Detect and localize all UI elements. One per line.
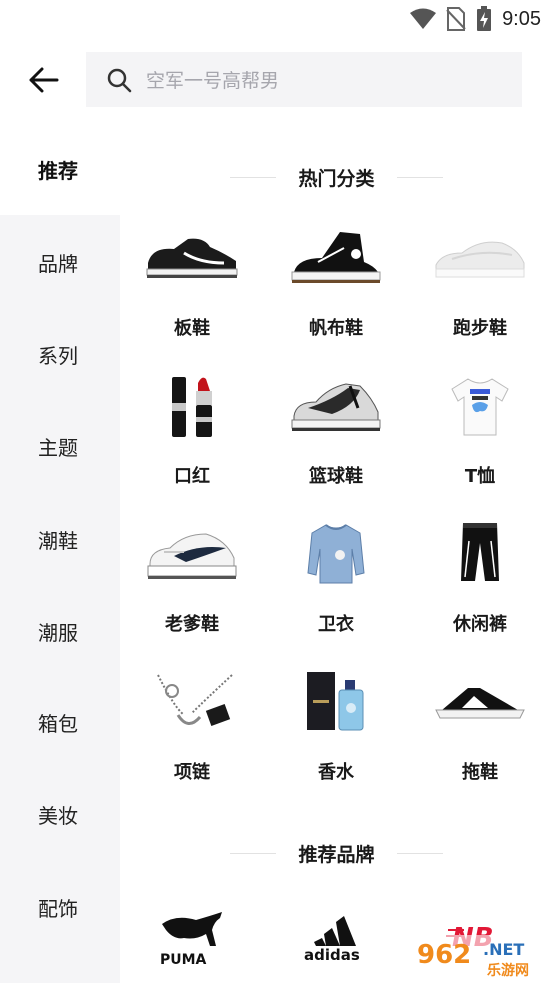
sidebar-item-label: 潮服 xyxy=(38,620,78,645)
wifi-icon xyxy=(410,8,437,29)
canvas-shoe-icon xyxy=(286,222,386,294)
lipstick-icon xyxy=(142,370,242,442)
status-bar: 9:05 xyxy=(0,0,553,40)
category-label: 香水 xyxy=(318,762,354,783)
category-dad-shoe[interactable]: 老爹鞋 xyxy=(120,512,264,660)
perfume-icon xyxy=(286,666,386,738)
category-running-shoe[interactable]: 跑步鞋 xyxy=(408,216,552,364)
watermark-text: 乐游网 xyxy=(487,962,529,979)
back-arrow-icon xyxy=(29,67,59,93)
sidebar-item-label: 主题 xyxy=(38,435,78,460)
recommended-brands-heading: 推荐品牌 xyxy=(120,836,553,870)
sidebar: 推荐 品牌 系列 主题 潮鞋 潮服 箱包 美妆 配饰 xyxy=(0,120,120,983)
search-icon xyxy=(107,68,132,92)
svg-text:PUMA: PUMA xyxy=(160,952,207,966)
status-time: 9:05 xyxy=(502,7,541,30)
sidebar-item-label: 潮鞋 xyxy=(38,528,78,553)
svg-text:adidas: adidas xyxy=(304,946,360,962)
category-perfume[interactable]: 香水 xyxy=(264,660,408,808)
sidebar-item-label: 推荐 xyxy=(38,158,78,183)
search-placeholder: 空军一号高帮男 xyxy=(146,70,280,92)
watermark-number: 962 xyxy=(417,940,471,970)
category-sweatshirt[interactable]: 卫衣 xyxy=(264,512,408,660)
category-skate-shoe[interactable]: 板鞋 xyxy=(120,216,264,364)
divider xyxy=(396,176,443,178)
category-label: 老爹鞋 xyxy=(165,614,219,635)
skate-shoe-icon xyxy=(142,222,242,294)
tshirt-icon xyxy=(430,370,530,442)
no-sim-icon xyxy=(446,7,466,31)
brand-puma[interactable]: PUMA xyxy=(120,898,264,978)
sidebar-item-label: 系列 xyxy=(38,343,78,368)
category-label: T恤 xyxy=(464,466,496,487)
hot-categories-heading: 热门分类 xyxy=(120,160,553,194)
divider xyxy=(230,176,277,178)
back-button[interactable] xyxy=(22,58,66,102)
sweatshirt-icon xyxy=(286,518,386,590)
watermark-suffix: .NET xyxy=(483,940,524,959)
category-label: 篮球鞋 xyxy=(309,466,363,487)
category-lipstick[interactable]: 口红 xyxy=(120,364,264,512)
sidebar-item-series[interactable]: 系列 xyxy=(0,308,120,400)
main-content: 热门分类 板鞋 帆布鞋 跑步鞋 口红 篮球鞋 T恤 老爹鞋 卫衣 休闲裤 项链 … xyxy=(120,120,553,983)
sidebar-item-label: 美妆 xyxy=(38,803,78,828)
category-label: 拖鞋 xyxy=(462,762,498,783)
category-pants[interactable]: 休闲裤 xyxy=(408,512,552,660)
category-basketball-shoe[interactable]: 篮球鞋 xyxy=(264,364,408,512)
sidebar-item-apparel[interactable]: 潮服 xyxy=(0,585,120,677)
divider xyxy=(230,852,277,854)
category-necklace[interactable]: 项链 xyxy=(120,660,264,808)
pants-icon xyxy=(430,518,530,590)
sidebar-item-brand[interactable]: 品牌 xyxy=(0,216,120,308)
divider xyxy=(396,852,443,854)
search-input[interactable]: 空军一号高帮男 xyxy=(86,52,522,107)
dad-shoe-icon xyxy=(142,518,242,590)
sidebar-item-label: 配饰 xyxy=(38,896,78,921)
slipper-icon xyxy=(430,666,530,738)
basketball-shoe-icon xyxy=(286,370,386,442)
sidebar-item-accessories[interactable]: 配饰 xyxy=(0,861,120,953)
brand-adidas[interactable]: adidas xyxy=(264,898,408,978)
necklace-icon xyxy=(142,666,242,738)
section-title: 热门分类 xyxy=(298,167,375,190)
sidebar-item-sneakers[interactable]: 潮鞋 xyxy=(0,493,120,585)
category-canvas-shoe[interactable]: 帆布鞋 xyxy=(264,216,408,364)
adidas-logo: adidas xyxy=(304,916,360,962)
status-icons: 9:05 xyxy=(410,6,541,32)
running-shoe-icon xyxy=(430,222,530,294)
category-label: 帆布鞋 xyxy=(309,318,363,339)
section-title: 推荐品牌 xyxy=(298,843,375,866)
category-label: 跑步鞋 xyxy=(453,318,507,339)
puma-logo: PUMA xyxy=(160,912,222,966)
sidebar-item-beauty[interactable]: 美妆 xyxy=(0,768,120,860)
category-slipper[interactable]: 拖鞋 xyxy=(408,660,552,808)
category-label: 口红 xyxy=(174,466,210,487)
header: 空军一号高帮男 xyxy=(0,40,553,120)
battery-charging-icon xyxy=(477,6,492,31)
watermark: 962 .NET 乐游网 xyxy=(413,935,549,979)
sidebar-item-label: 品牌 xyxy=(38,251,78,276)
sidebar-item-recommend[interactable]: 推荐 xyxy=(0,123,120,215)
category-label: 板鞋 xyxy=(174,318,210,339)
category-label: 休闲裤 xyxy=(453,614,507,635)
category-tshirt[interactable]: T恤 xyxy=(408,364,552,512)
sidebar-item-bags[interactable]: 箱包 xyxy=(0,676,120,768)
sidebar-item-theme[interactable]: 主题 xyxy=(0,400,120,492)
category-label: 卫衣 xyxy=(318,614,354,635)
sidebar-item-label: 箱包 xyxy=(38,711,78,736)
category-label: 项链 xyxy=(174,762,210,783)
